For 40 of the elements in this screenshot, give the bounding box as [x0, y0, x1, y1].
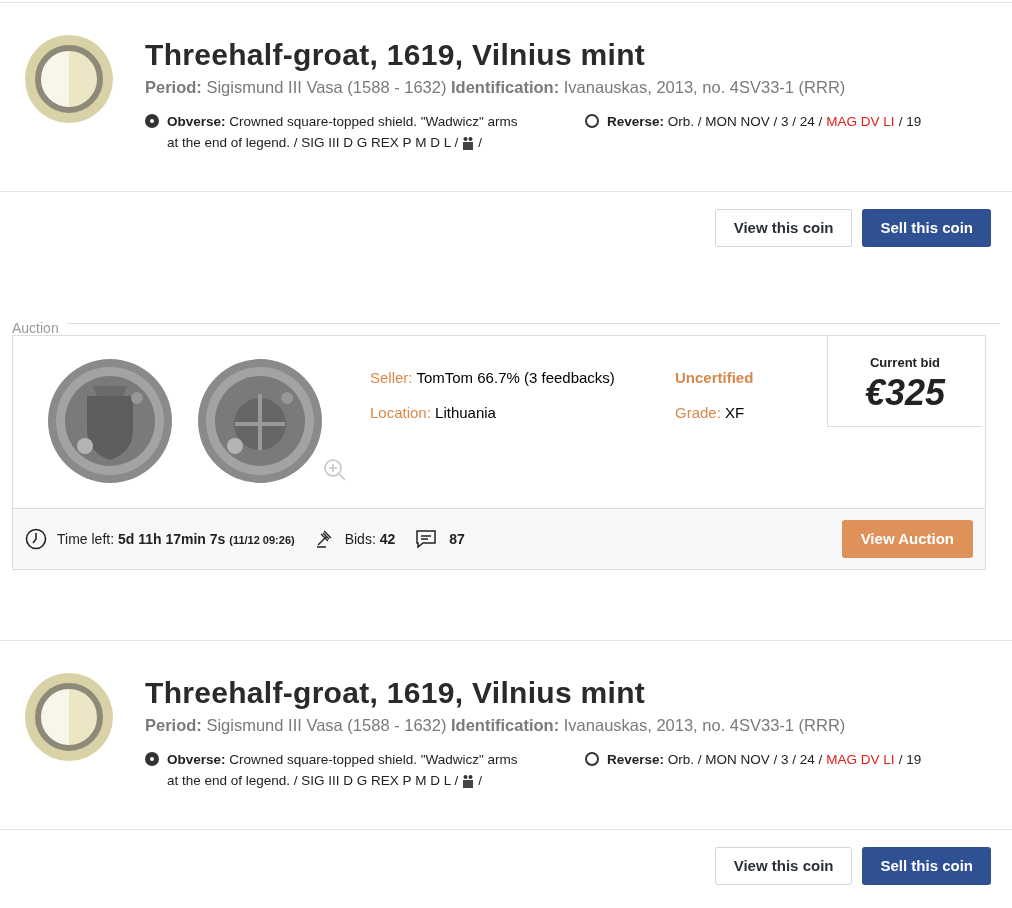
coin-logo-icon: [25, 35, 113, 123]
time-left: Time left: 5d 11h 17min 7s (11/12 09:26): [57, 529, 295, 549]
bids-count: Bids: 42: [344, 529, 396, 549]
sell-button[interactable]: Sell this coin: [862, 209, 991, 247]
seller-info: Seller: TomTom 66.7% (3 feedbacks): [370, 368, 616, 388]
side-description: /: [478, 772, 482, 790]
coin-logo-icon: [25, 673, 113, 761]
radio-button[interactable]: [585, 752, 599, 766]
radio-button[interactable]: [585, 114, 599, 128]
clock-icon: [25, 528, 47, 550]
view-button[interactable]: View this coin: [714, 209, 853, 247]
location-info: Location: Lithuania: [370, 402, 497, 423]
view-button[interactable]: View this coin: [714, 847, 853, 885]
comments-count: 87: [449, 529, 465, 549]
sell-button[interactable]: Sell this coin: [862, 847, 991, 885]
coin-details: Period: Sigismund III Vasa (1588 - 1632) Identification: Ivanauskas, 2013, no. 4SV33-1 (RRR): [145, 715, 847, 736]
side-description: Reverse: Orb. / MON NOV / 3 / 24 /: [607, 751, 823, 769]
side-description: /: [478, 134, 482, 152]
coin-title: Threehalf-groat, 1619, Vilnius mint: [145, 675, 647, 711]
certification-status: Uncertified: [675, 368, 755, 388]
highlighted-legend: MAG DV LI: [826, 749, 895, 770]
side-description: Reverse: Orb. / MON NOV / 3 / 24 /: [607, 113, 823, 131]
coin-title: Threehalf-groat, 1619, Vilnius mint: [145, 37, 647, 73]
side-description: at the end of legend. / SIG III D G REX P M D L /: [167, 134, 459, 152]
grade-info: Grade: XF: [675, 402, 746, 423]
figures-icon: [462, 773, 475, 788]
figures-icon: [462, 135, 475, 150]
bid-label: Current bid: [869, 354, 941, 372]
side-description: at the end of legend. / SIG III D G REX P M D L /: [167, 772, 459, 790]
coin-details: Period: Sigismund III Vasa (1588 - 1632) Identification: Ivanauskas, 2013, no. 4SV33-1 (RRR): [145, 77, 847, 98]
side-description: Obverse: Crowned square-topped shield. "Wadwicz" arms: [167, 113, 518, 131]
highlighted-legend: MAG DV LI: [826, 111, 895, 132]
section-label: Auction: [12, 321, 60, 335]
radio-button[interactable]: [145, 752, 159, 766]
side-description: / 19: [898, 751, 922, 769]
side-description: Obverse: Crowned square-topped shield. "Wadwicz" arms: [167, 751, 518, 769]
radio-button[interactable]: [145, 114, 159, 128]
side-description: / 19: [898, 113, 922, 131]
current-bid: €325: [864, 372, 946, 413]
comment-icon: [415, 529, 438, 549]
